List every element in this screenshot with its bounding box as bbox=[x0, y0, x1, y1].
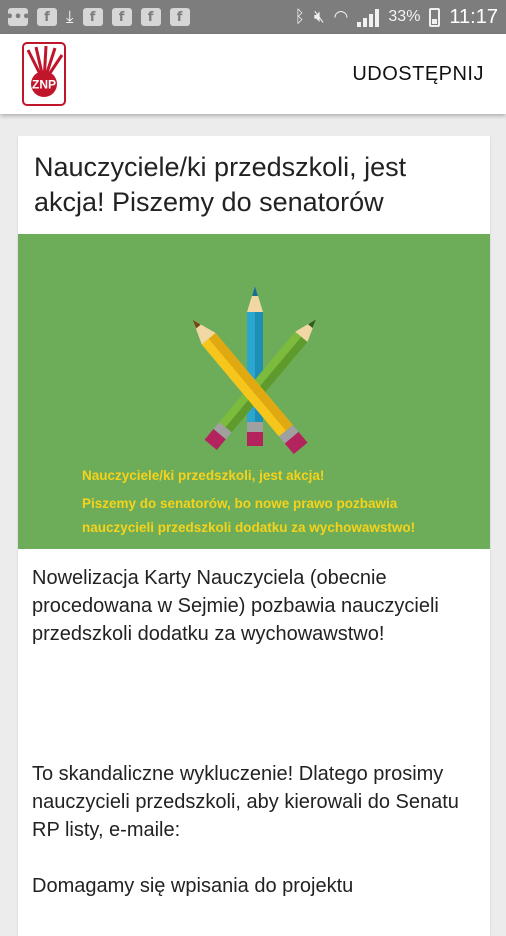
notification-icons: ••• f ⤓ f f f f bbox=[5, 7, 190, 27]
mute-icon: 🔇︎ bbox=[313, 7, 325, 27]
signal-icon bbox=[357, 7, 380, 27]
article-paragraph: Domagamy się wpisania do projektu bbox=[32, 875, 354, 897]
facebook-icon: f bbox=[140, 8, 161, 26]
bluetooth-icon: ᛒ bbox=[294, 7, 305, 27]
article-card: Nauczyciele/ki przedszkoli, jest akcja! … bbox=[18, 136, 490, 936]
article-paragraph: To skandaliczne wykluczenie! Dlatego pro… bbox=[32, 763, 459, 841]
znp-logo[interactable]: ZNP bbox=[22, 42, 66, 106]
banner-line: Nauczyciele/ki przedszkoli, jest akcja! bbox=[82, 468, 325, 483]
yellow-pencil bbox=[192, 319, 308, 455]
article-banner-image[interactable]: Nauczyciele/ki przedszkoli, jest akcja! … bbox=[18, 234, 490, 549]
clock: 11:17 bbox=[449, 5, 498, 28]
logo-text: ZNP bbox=[32, 78, 56, 92]
article-title-line: akcja! Piszemy do senatorów bbox=[34, 187, 384, 217]
facebook-icon: f bbox=[82, 8, 103, 26]
share-button[interactable]: UDOSTĘPNIJ bbox=[352, 63, 484, 86]
wifi-icon: ◠ bbox=[333, 7, 349, 27]
facebook-icon: f bbox=[111, 8, 132, 26]
banner-line: Piszemy do senatorów, bo nowe prawo pozb… bbox=[82, 496, 398, 511]
article-paragraph: Nowelizacja Karty Nauczyciela (obecnie p… bbox=[32, 567, 439, 645]
messages-icon: ••• bbox=[5, 8, 31, 26]
article-title-line: Nauczyciele/ki przedszkoli, jest bbox=[34, 152, 407, 182]
banner-line: nauczycieli przedszkoli dodatku za wycho… bbox=[82, 520, 416, 535]
download-icon: ⤓ bbox=[66, 7, 74, 27]
battery-percent: 33% bbox=[388, 8, 421, 25]
blue-pencil bbox=[247, 286, 263, 446]
app-bar: ZNP UDOSTĘPNIJ bbox=[0, 34, 506, 114]
status-bar: ••• f ⤓ f f f f ᛒ 🔇︎ ◠ 33% 11:17 bbox=[0, 0, 506, 34]
facebook-icon: f bbox=[37, 8, 57, 26]
system-icons: ᛒ 🔇︎ ◠ 33% 11:17 bbox=[295, 6, 498, 29]
green-pencil bbox=[204, 319, 317, 450]
facebook-icon: f bbox=[169, 8, 190, 26]
battery-icon bbox=[429, 7, 441, 27]
article-title: Nauczyciele/ki przedszkoli, jest akcja! … bbox=[18, 136, 490, 234]
